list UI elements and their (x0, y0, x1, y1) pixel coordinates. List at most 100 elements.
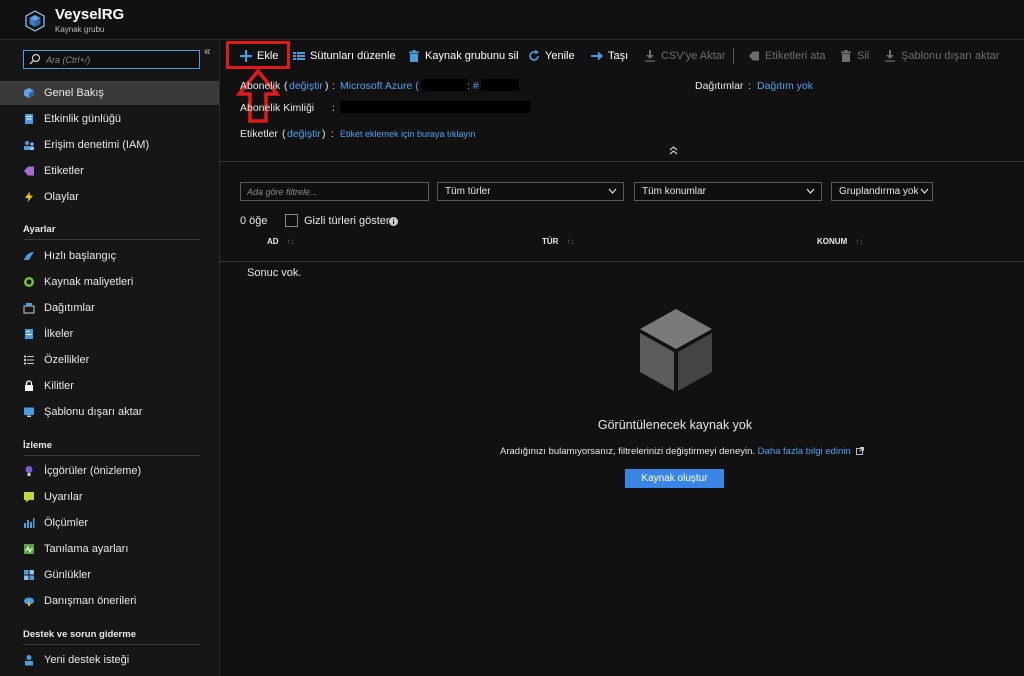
sidebar-item-insights[interactable]: İçgörüler (önizleme) (0, 459, 219, 483)
open-paren: ( (282, 128, 286, 140)
add-tags-link[interactable]: Etiket eklemek için buraya tıklayın (340, 129, 476, 139)
alerts-icon (24, 492, 34, 503)
sidebar-item-label: Ölçümler (44, 517, 89, 529)
create-resource-button[interactable]: Kaynak oluştur (625, 469, 724, 488)
export-template-label: Şablonu dışarı aktar (901, 50, 1000, 62)
change-tags-link[interactable]: değiştir (287, 128, 321, 140)
sidebar-item-label: Kilitler (44, 380, 74, 392)
sidebar-item-iam[interactable]: Erişim denetimi (IAM) (0, 133, 219, 157)
sidebar-item-new-support-request[interactable]: Yeni destek isteği (0, 648, 219, 672)
sidebar-item-quickstart[interactable]: Hızlı başlangıç (0, 244, 219, 268)
policy-icon (25, 329, 33, 339)
column-header-label: KONUM (817, 237, 848, 246)
collapse-sidebar-button[interactable]: « (204, 44, 211, 58)
activity-log-icon (25, 114, 33, 124)
column-header-location[interactable]: KONUM ↑↓ (817, 237, 863, 246)
sidebar-item-label: Dağıtımlar (44, 302, 95, 314)
export-template-button[interactable]: Şablonu dışarı aktar (884, 48, 999, 64)
sidebar-item-alerts[interactable]: Uyarılar (0, 485, 219, 509)
colon: : (332, 102, 335, 114)
command-bar: Ekle Sütunları düzenle Kaynak grubunu si… (220, 40, 1024, 71)
section-divider (23, 455, 200, 456)
sidebar-item-label: Etkinlik günlüğü (44, 113, 122, 125)
sidebar-item-tags[interactable]: Etiketler (0, 159, 219, 183)
sidebar-item-logs[interactable]: Günlükler (0, 563, 219, 587)
learn-more-link[interactable]: Daha fazla bilgi edinin (758, 446, 851, 457)
lock-icon (25, 380, 33, 391)
sidebar-item-label: Özellikler (44, 354, 90, 366)
collapse-essentials-button[interactable] (669, 146, 678, 158)
trash-icon (409, 50, 419, 62)
sidebar-item-events[interactable]: Olaylar (0, 185, 219, 209)
colon: : (331, 128, 334, 140)
delete-label: Sil (857, 50, 870, 62)
column-header-type[interactable]: TÜR ↑↓ (542, 237, 574, 246)
sidebar-item-diagnostics[interactable]: Tanılama ayarları (0, 537, 219, 561)
export-csv-label: CSV'ye Aktar (661, 50, 726, 62)
sidebar-item-label: Hızlı başlangıç (44, 250, 117, 262)
location-filter-dropdown[interactable]: Tüm konumlar (634, 182, 822, 201)
move-button[interactable]: Taşı (591, 48, 628, 64)
sidebar-item-metrics[interactable]: Ölçümler (0, 511, 219, 535)
close-paren: ) (322, 128, 326, 140)
sidebar-item-label: Genel Bakış (44, 87, 104, 99)
tag-icon (749, 51, 759, 61)
deployments-icon (23, 303, 35, 314)
subscription-value-hash[interactable]: : # (467, 80, 479, 92)
sidebar-item-locks[interactable]: Kilitler (0, 374, 219, 398)
sidebar-item-advisor[interactable]: Danışman önerileri (0, 589, 219, 613)
delete-resource-group-button[interactable]: Kaynak grubunu sil (408, 48, 519, 64)
info-icon[interactable] (389, 217, 398, 226)
sidebar-item-deployments[interactable]: Dağıtımlar (0, 296, 219, 320)
move-label: Taşı (608, 50, 629, 62)
sort-icon: ↑↓ (855, 237, 864, 246)
show-hidden-types-label: Gizli türleri göster (304, 215, 390, 227)
blade-header: VeyselRG Kaynak grubu (0, 0, 1024, 40)
sidebar-item-policies[interactable]: İlkeler (0, 322, 219, 346)
sidebar-item-properties[interactable]: Özellikler (0, 348, 219, 372)
deployments-link[interactable]: Dağıtım yok (757, 80, 813, 92)
filter-by-name-input[interactable] (241, 183, 428, 200)
edit-columns-label: Sütunları düzenle (310, 50, 396, 62)
filter-by-name[interactable] (240, 182, 429, 201)
change-subscription-link[interactable]: değiştir (289, 80, 323, 92)
delete-button[interactable]: Sil (840, 48, 869, 64)
sidebar-item-costs[interactable]: Kaynak maliyetleri (0, 270, 219, 294)
sidebar-item-export-template[interactable]: Şablonu dışarı aktar (0, 400, 219, 424)
metrics-icon (24, 518, 35, 528)
subscription-value-link[interactable]: Microsoft Azure ( (340, 80, 419, 92)
subscription-id-label: Abonelik Kimliği (240, 102, 315, 114)
columns-icon (293, 52, 305, 60)
grouping-dropdown[interactable]: Gruplandırma yok (831, 182, 933, 201)
section-divider (23, 644, 200, 645)
export-csv-button[interactable]: CSV'ye Aktar (644, 48, 725, 64)
quickstart-icon (24, 252, 34, 260)
download-icon (885, 50, 895, 62)
sidebar-search-input[interactable] (46, 52, 196, 67)
sidebar-item-label: Danışman önerileri (44, 595, 137, 607)
resource-group-icon (24, 88, 34, 98)
section-header-settings: Ayarlar (23, 224, 56, 235)
refresh-button[interactable]: Yenile (528, 48, 575, 64)
location-filter-value: Tüm konumlar (642, 186, 706, 197)
sidebar: « Genel Bakış Etkinlik günlüğü Erişim de… (0, 40, 220, 676)
subscription-label: Abonelik (240, 80, 281, 92)
edit-columns-button[interactable]: Sütunları düzenle (293, 48, 396, 64)
empty-state-description: Aradığınızı bulamıyorsanız, filtrelerini… (500, 446, 865, 457)
sidebar-item-label: Tanılama ayarları (44, 543, 129, 555)
column-header-name[interactable]: AD ↑↓ (267, 237, 295, 246)
delete-resource-group-label: Kaynak grubunu sil (425, 50, 519, 62)
sidebar-item-label: Etiketler (44, 165, 84, 177)
show-hidden-types-checkbox[interactable] (285, 214, 298, 227)
sidebar-search[interactable] (23, 50, 200, 69)
sidebar-item-label: İlkeler (44, 328, 74, 340)
diagnostics-icon (24, 544, 34, 554)
sidebar-item-overview[interactable]: Genel Bakış (0, 81, 219, 105)
essentials-divider (220, 161, 1024, 162)
sidebar-item-label: Kaynak maliyetleri (44, 276, 134, 288)
open-paren: ( (284, 80, 288, 92)
type-filter-dropdown[interactable]: Tüm türler (437, 182, 624, 201)
assign-tags-button[interactable]: Etiketleri ata (748, 48, 826, 64)
colon: : (748, 80, 751, 92)
sidebar-item-activity-log[interactable]: Etkinlik günlüğü (0, 107, 219, 131)
